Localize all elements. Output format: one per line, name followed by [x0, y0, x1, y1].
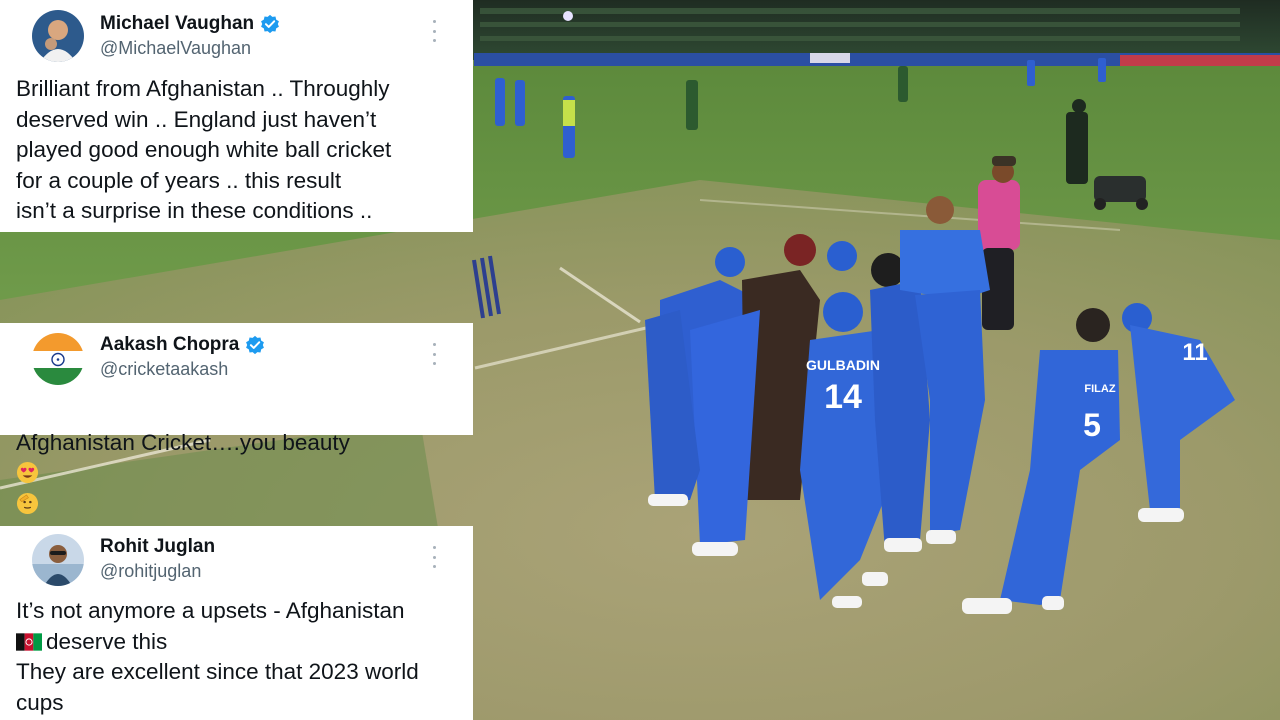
- more-options-icon[interactable]: [429, 20, 439, 42]
- verified-badge-icon: [261, 14, 280, 34]
- india-flag-icon[interactable]: [32, 333, 84, 385]
- avatar-photo-icon[interactable]: [32, 10, 84, 62]
- tweet-card-aakash-chopra[interactable]: Aakash Chopra @cricketaakash Afghanistan…: [0, 323, 473, 514]
- tweet-card-michael-vaughan[interactable]: Michael Vaughan @MichaelVaughan Brillian…: [0, 0, 473, 232]
- salute-emoji-icon: [16, 492, 39, 514]
- jersey-name-filaz: FILAZ: [1084, 383, 1115, 395]
- handle[interactable]: @MichaelVaughan: [100, 38, 280, 59]
- jersey-name-gulbadin: GULBADIN: [806, 357, 880, 373]
- tweet-text-line: It’s not anymore a upsets - Afghanistan: [16, 598, 405, 623]
- more-options-icon[interactable]: [429, 546, 439, 568]
- tweet-text: Afghanistan Cricket….you beauty: [16, 429, 350, 455]
- handle[interactable]: @rohitjuglan: [100, 561, 215, 582]
- display-name[interactable]: Aakash Chopra: [100, 334, 239, 356]
- tweet-text-row: Afghanistan Cricket….you beauty: [16, 383, 457, 519]
- handle[interactable]: @cricketaakash: [100, 359, 265, 380]
- more-options-icon[interactable]: [429, 343, 439, 365]
- heart-eyes-emoji-icon: [16, 461, 39, 484]
- display-name[interactable]: Michael Vaughan: [100, 13, 254, 35]
- tweet-text-line: deserve this: [46, 628, 168, 654]
- tweet-text-flag-line: deserve this: [16, 627, 457, 658]
- verified-badge-icon: [246, 335, 265, 355]
- tweet-text-block: It’s not anymore a upsets - Afghanistan …: [16, 586, 457, 718]
- jersey-number-5: 5: [1083, 407, 1101, 443]
- display-name[interactable]: Rohit Juglan: [100, 536, 215, 558]
- afghanistan-flag-icon: [16, 632, 42, 651]
- tweet-text-line: They are excellent since that 2023 world…: [16, 659, 419, 715]
- jersey-number-14: 14: [824, 378, 862, 416]
- tweet-text: Brilliant from Afghanistan .. Throughly …: [16, 76, 392, 223]
- tweet-card-rohit-juglan[interactable]: Rohit Juglan @rohitjuglan It’s not anymo…: [0, 526, 473, 720]
- jersey-number-11: 11: [1182, 339, 1207, 366]
- avatar-photo-icon[interactable]: [32, 534, 84, 586]
